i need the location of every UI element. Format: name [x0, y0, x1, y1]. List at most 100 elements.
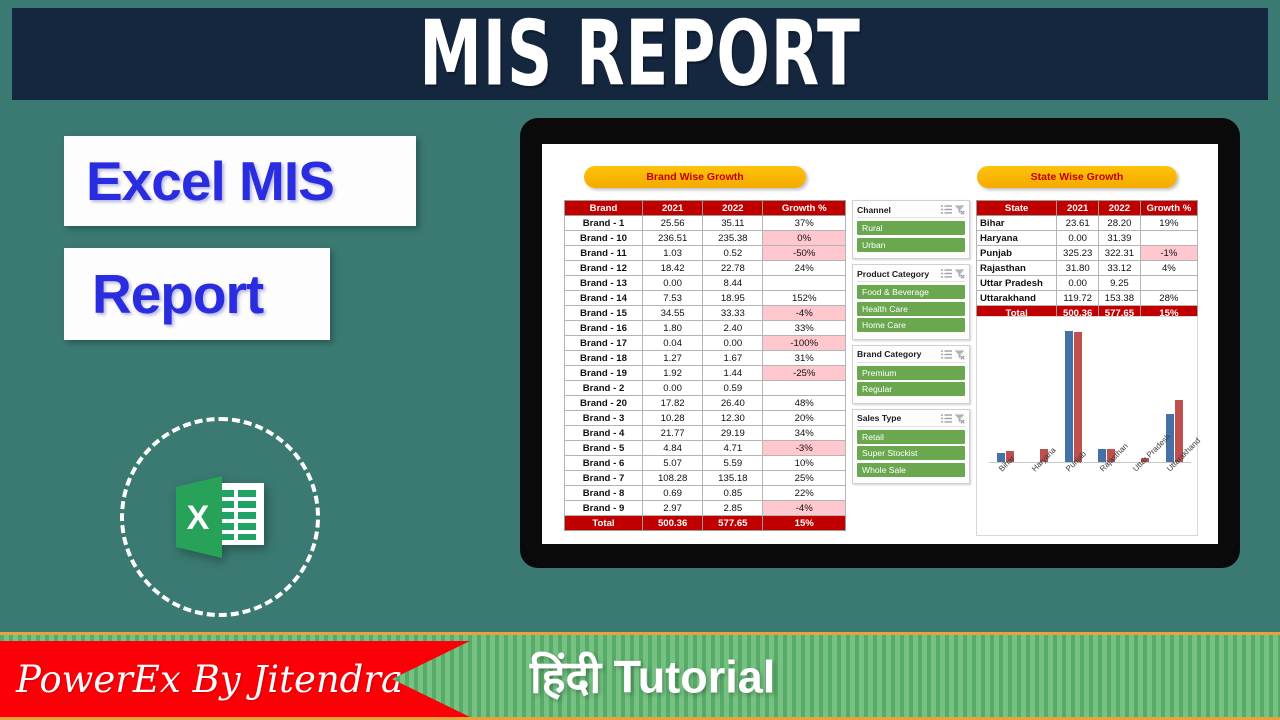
slicer-brand-category[interactable]: Brand Category Premium Regular [852, 344, 970, 404]
table-cell: -3% [762, 440, 846, 456]
chart-bar-group [1098, 325, 1116, 462]
tutorial-language-label: हिंदी Tutorial [530, 651, 776, 703]
table-row: Brand - 18 1.27 1.67 31% [564, 350, 846, 366]
slicer-item[interactable]: Urban [857, 237, 965, 252]
column-header: Growth % [1139, 200, 1199, 216]
slicer-sales-type[interactable]: Sales Type Retail Super Stockist Whole Sale [852, 408, 970, 484]
slicer-header: Channel [857, 204, 965, 218]
table-cell: -50% [762, 245, 846, 261]
table-cell: 0.00 [641, 380, 704, 396]
slicer-title: Channel [857, 204, 891, 215]
multi-select-icon[interactable] [941, 204, 952, 215]
table-cell: 25% [762, 470, 846, 486]
clear-filter-icon[interactable] [954, 349, 965, 360]
slicer-channel[interactable]: Channel Rural Urban [852, 200, 970, 259]
slicer-title: Product Category [857, 268, 930, 279]
table-cell: 33.12 [1098, 260, 1141, 276]
multi-select-icon[interactable] [941, 413, 952, 424]
table-cell: 1.03 [641, 245, 704, 261]
table-cell: Punjab [975, 245, 1058, 261]
slicer-item[interactable]: Regular [857, 382, 965, 396]
table-cell: 10.28 [641, 410, 704, 426]
table-cell: 22% [762, 485, 846, 501]
table-cell: Brand - 17 [564, 335, 643, 351]
table-cell: 0.59 [702, 380, 764, 396]
slicer-item[interactable]: Premium [857, 365, 965, 380]
table-row: Haryana 0.00 31.39 [975, 230, 1199, 246]
table-total-cell: 15% [762, 515, 846, 531]
table-cell: 31.80 [1056, 260, 1100, 276]
slicer-item[interactable]: Home Care [857, 318, 965, 332]
slicer-item[interactable]: Whole Sale [857, 462, 965, 477]
slicer-item[interactable]: Super Stockist [857, 446, 965, 460]
chart-bar-2021 [1064, 330, 1073, 462]
table-row: Brand - 5 4.84 4.71 -3% [564, 440, 846, 456]
promo-line-1-text: Excel MIS [86, 150, 335, 212]
clear-filter-icon[interactable] [954, 204, 965, 215]
table-cell: 0.00 [641, 275, 704, 291]
table-cell: 28% [1139, 290, 1199, 306]
chart-bar-group [1132, 325, 1149, 462]
table-total-cell: Total [564, 515, 643, 531]
table-cell: 10% [762, 455, 846, 471]
table-row: Brand - 17 0.04 0.00 -100% [564, 335, 846, 351]
table-row: Brand - 13 0.00 8.44 [564, 275, 846, 291]
brand-ribbon-text: PowerEx By Jitendra [16, 657, 404, 701]
table-total-cell: 500.36 [641, 515, 704, 531]
table-cell: 0.52 [702, 245, 764, 261]
slicer-header: Sales Type [857, 413, 965, 427]
table-row: Brand - 19 1.92 1.44 -25% [564, 365, 846, 381]
table-row: Brand - 20 17.82 26.40 48% [564, 395, 846, 411]
table-cell: 19% [1139, 215, 1199, 231]
brand-ribbon: PowerEx By Jitendra [0, 641, 470, 717]
state-growth-table: State 2021 2022 Growth % Bihar 23.61 28.20 19%… [975, 200, 1199, 321]
table-cell: 48% [762, 395, 846, 411]
dashboard-screen: Brand Wise Growth State Wise Growth Bran… [542, 144, 1218, 544]
table-cell: -100% [762, 335, 846, 351]
table-cell: 1.92 [641, 365, 704, 381]
slicer-panel: Channel Rural Urban Product Category Food & … [852, 200, 970, 536]
table-cell: Brand - 3 [564, 410, 643, 426]
table-row: Uttar Pradesh 0.00 9.25 [975, 275, 1199, 291]
clear-filter-icon[interactable] [954, 268, 965, 279]
table-cell: -1% [1139, 245, 1199, 261]
column-header: State [975, 200, 1058, 216]
slicer-product-category[interactable]: Product Category Food & Beverage Health Ca… [852, 264, 970, 340]
slicer-item[interactable]: Food & Beverage [857, 285, 965, 299]
table-total-row: Total 500.36 577.65 15% [564, 515, 846, 531]
slicer-item[interactable]: Retail [857, 429, 965, 444]
table-cell: 119.72 [1056, 290, 1100, 306]
table-cell: 236.51 [641, 230, 704, 246]
table-cell: 23.61 [1056, 215, 1100, 231]
table-cell: 2.40 [702, 320, 764, 336]
table-row: Brand - 9 2.97 2.85 -4% [564, 500, 846, 516]
chart-bar-group [1064, 325, 1082, 462]
table-cell: Bihar [975, 215, 1058, 231]
slicer-item[interactable]: Rural [857, 221, 965, 235]
column-header: Growth % [762, 200, 846, 216]
table-cell: 25.56 [641, 215, 704, 231]
table-cell: Rajasthan [975, 260, 1058, 276]
table-cell: 0.69 [641, 485, 704, 501]
multi-select-icon[interactable] [941, 349, 952, 360]
table-cell: 1.44 [702, 365, 764, 381]
left-promo-panel: Excel MIS Report X [0, 110, 500, 617]
state-section-title: State Wise Growth [977, 166, 1177, 188]
column-header: 2021 [641, 200, 704, 216]
table-cell: Brand - 20 [564, 395, 643, 411]
table-cell: 0.85 [702, 485, 764, 501]
clear-filter-icon[interactable] [954, 413, 965, 424]
state-growth-chart: Bihar Haryana Punjab Rajasthan Uttar Pradesh… [976, 316, 1202, 536]
slicer-item[interactable]: Health Care [857, 301, 965, 316]
table-row: Brand - 12 18.42 22.78 24% [564, 260, 846, 276]
column-header: 2021 [1056, 200, 1100, 216]
table-cell: 0.00 [1056, 275, 1100, 291]
table-cell: 34.55 [641, 305, 704, 321]
table-row: Brand - 4 21.77 29.19 34% [564, 425, 846, 441]
brand-growth-table: Brand 2021 2022 Growth % Brand - 1 25.56 35.1… [564, 200, 846, 531]
table-cell: 2.85 [702, 500, 764, 516]
table-cell: 18.42 [641, 260, 704, 276]
table-cell: -4% [762, 500, 846, 516]
multi-select-icon[interactable] [941, 268, 952, 279]
table-row: Brand - 7 108.28 135.18 25% [564, 470, 846, 486]
